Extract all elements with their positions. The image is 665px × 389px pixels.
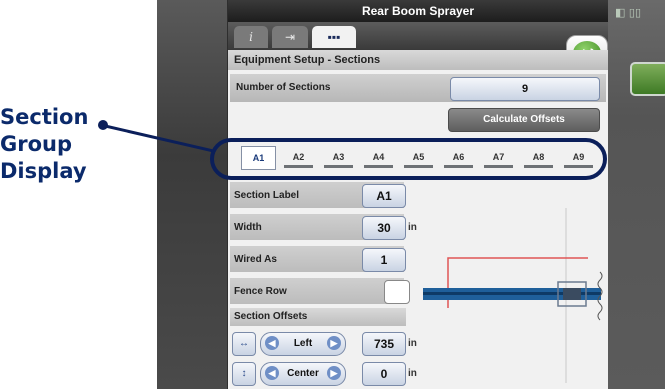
horizontal-offset-unit: in (408, 338, 417, 349)
number-of-sections-button[interactable]: 9 (450, 77, 600, 101)
section-offsets-header: Section Offsets (230, 308, 406, 326)
tools-icon: ⇥ (284, 30, 296, 44)
fence-row-row: Fence Row (230, 278, 404, 304)
window-title: Rear Boom Sprayer (228, 0, 608, 22)
vertical-offset-icon: ↕ (232, 362, 256, 386)
arrow-right-icon: ▶ (327, 366, 341, 380)
callout-label: Section Group Display (0, 104, 120, 185)
selected-section-marker (563, 288, 581, 300)
background-panel-right (608, 0, 665, 389)
section-label-button[interactable]: A1 (362, 184, 406, 208)
calculate-offsets-button[interactable]: Calculate Offsets (448, 108, 600, 132)
equipment-setup-panel: Equipment Setup - Sections Number of Sec… (228, 50, 608, 389)
horizontal-direction-label: Left (293, 338, 313, 349)
arrow-right-icon: ▶ (327, 336, 341, 350)
number-of-sections-row: Number of Sections 9 (230, 74, 606, 102)
status-icons: ◧ ▯▯ (615, 6, 641, 19)
vertical-direction-select[interactable]: ◀ Center ▶ (260, 362, 346, 386)
number-of-sections-label: Number of Sections (236, 82, 331, 93)
horizontal-offset-icon: ↔ (232, 332, 256, 356)
info-icon: i (249, 30, 253, 44)
fence-row-label: Fence Row (234, 286, 287, 297)
vertical-offset-unit: in (408, 368, 417, 379)
callout-line-3: Display (0, 159, 87, 183)
width-unit: in (408, 222, 417, 233)
section-label-label: Section Label (234, 190, 300, 201)
width-button[interactable]: 30 (362, 216, 406, 240)
tab-sections[interactable]: ▪▪▪ (312, 26, 356, 48)
fence-row-checkbox[interactable] (384, 280, 410, 304)
width-label: Width (234, 222, 262, 233)
wired-as-label: Wired As (234, 254, 277, 265)
tab-info[interactable]: i (234, 26, 268, 48)
offset-guide-line (447, 257, 588, 308)
tab-tools[interactable]: ⇥ (272, 26, 308, 48)
section-group-highlight (210, 138, 607, 180)
vertical-offset-button[interactable]: 0 (362, 362, 406, 386)
arrow-left-icon: ◀ (265, 336, 279, 350)
horizontal-offset-button[interactable]: 735 (362, 332, 406, 356)
tab-bar: i ⇥ ▪▪▪ ↩ (228, 22, 608, 71)
page-title: Equipment Setup - Sections (228, 50, 608, 70)
sections-icon: ▪▪▪ (327, 30, 341, 44)
background-panel-left (157, 0, 227, 389)
background-action-button (630, 62, 665, 96)
horizontal-direction-select[interactable]: ◀ Left ▶ (260, 332, 346, 356)
arrow-left-icon: ◀ (265, 366, 279, 380)
wired-as-button[interactable]: 1 (362, 248, 406, 272)
vertical-direction-label: Center (287, 368, 319, 379)
callout-line-2: Group (0, 132, 73, 156)
boom-diagram (423, 208, 603, 383)
